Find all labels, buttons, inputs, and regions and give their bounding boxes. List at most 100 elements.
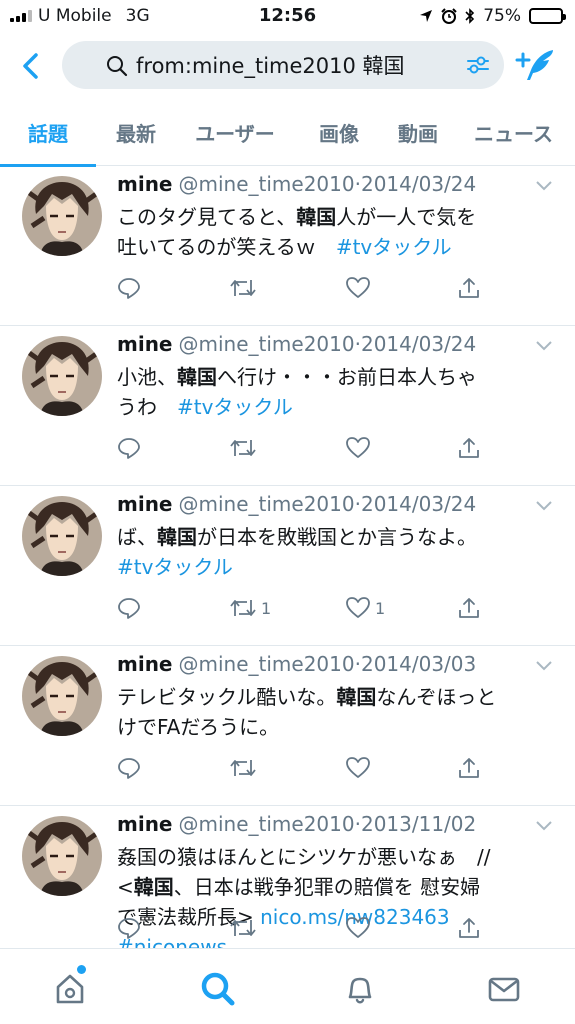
retweet-button[interactable] — [229, 436, 261, 460]
search-term-highlight: 韓国 — [296, 205, 337, 229]
avatar[interactable] — [22, 656, 102, 736]
tweet-actions — [117, 276, 497, 300]
retweet-icon — [230, 760, 256, 776]
like-button[interactable]: 1 — [345, 596, 385, 620]
back-arrow-icon[interactable] — [12, 46, 52, 86]
reply-button[interactable] — [117, 276, 141, 300]
share-button[interactable] — [457, 596, 481, 620]
text-segment: 小池、 — [117, 365, 177, 389]
tweet-header: mine @mine_time2010·2014/03/24 — [117, 172, 476, 196]
search-box[interactable] — [62, 41, 504, 89]
share-button[interactable] — [457, 916, 481, 940]
reply-button[interactable] — [117, 916, 141, 940]
tweet-actions — [117, 436, 497, 460]
home-new-indicator — [77, 965, 86, 974]
tweet-text-line: #tvタックル — [117, 552, 537, 582]
tweet-feed: mine @mine_time2010·2014/03/24 このタグ見てると、韓国… — [0, 166, 575, 948]
tweet-text-line: ば、韓国が日本を敗戦国とか言うなよ。 — [117, 522, 537, 552]
tab-people[interactable]: ユーザー — [176, 104, 294, 166]
share-icon — [459, 598, 479, 618]
like-button[interactable] — [345, 756, 375, 780]
text-segment: 姦国の猿はほんとにシツケが悪いなぁ // — [117, 845, 491, 869]
bottom-nav — [0, 948, 575, 1024]
retweet-button[interactable] — [229, 916, 261, 940]
tab-photos[interactable]: 画像 — [294, 104, 384, 166]
avatar[interactable] — [22, 496, 102, 576]
retweet-button[interactable] — [229, 756, 261, 780]
tweet-text-line: このタグ見てると、韓国人が一人で気を — [117, 202, 537, 232]
text-segment: 吐いてるのが笑えるｗ — [117, 235, 336, 259]
tweet[interactable]: mine @mine_time2010·2014/03/03 テレビタックル酷いな。… — [0, 646, 575, 806]
tweet-author-handle: @mine_time2010 — [178, 332, 355, 356]
nav-home[interactable] — [50, 965, 90, 1009]
text-segment: < — [117, 875, 134, 899]
tab-top[interactable]: 話題 — [0, 104, 96, 167]
tab-news[interactable]: ニュース — [452, 104, 575, 166]
text-segment: うわ — [117, 395, 177, 419]
tweet-date: 2014/03/24 — [360, 332, 477, 356]
tweet-author-handle: @mine_time2010 — [178, 172, 355, 196]
hashtag-link[interactable]: #tvタックル — [336, 235, 452, 259]
tweet-actions — [117, 756, 497, 780]
text-segment: 、日本は戦争犯罪の賠償を 慰安婦 — [173, 875, 481, 899]
home-icon — [56, 974, 84, 1004]
tweet-author-handle: @mine_time2010 — [178, 492, 355, 516]
reply-button[interactable] — [117, 436, 141, 460]
like-button[interactable] — [345, 276, 375, 300]
nav-search[interactable] — [198, 969, 238, 1009]
compose-tweet-icon[interactable] — [513, 46, 557, 86]
messages-icon — [488, 977, 520, 1002]
avatar[interactable] — [22, 176, 102, 256]
reply-button[interactable] — [117, 596, 141, 620]
tweet-date: 2013/11/02 — [360, 812, 477, 836]
tab-latest[interactable]: 最新 — [96, 104, 176, 166]
tab-videos[interactable]: 動画 — [384, 104, 452, 166]
hashtag-link[interactable]: #tvタックル — [177, 395, 293, 419]
like-button[interactable] — [345, 916, 375, 940]
tweet-date: 2014/03/03 — [360, 652, 477, 676]
like-button[interactable] — [345, 436, 375, 460]
avatar[interactable] — [22, 816, 102, 896]
share-icon — [459, 438, 479, 458]
tweet-author-name[interactable]: mine — [117, 172, 173, 196]
tweet[interactable]: mine @mine_time2010·2014/03/24 小池、韓国へ行け・・・… — [0, 326, 575, 486]
reply-icon — [118, 278, 140, 299]
hashtag-link[interactable]: #tvタックル — [117, 555, 233, 579]
share-button[interactable] — [457, 276, 481, 300]
search-filter-icon[interactable] — [466, 54, 490, 76]
search-input[interactable] — [136, 47, 456, 83]
tweet[interactable]: mine @mine_time2010·2014/03/24 ば、韓国が日本を敗戦国… — [0, 486, 575, 646]
nav-messages[interactable] — [484, 969, 524, 1009]
tweet-author-name[interactable]: mine — [117, 812, 173, 836]
tweet-text: テレビタックル酷いな。韓国なんぞほっと けでFAだろうに。 — [117, 682, 537, 742]
tweet-header: mine @mine_time2010·2014/03/24 — [117, 492, 476, 516]
search-term-highlight: 韓国 — [336, 685, 377, 709]
chevron-down-icon[interactable] — [535, 500, 553, 512]
share-icon — [459, 278, 479, 298]
text-segment: このタグ見てると、 — [117, 205, 297, 229]
retweet-button[interactable]: 1 — [229, 596, 271, 620]
share-icon — [459, 758, 479, 778]
heart-icon — [346, 277, 370, 298]
tweet[interactable]: mine @mine_time2010·2014/03/24 このタグ見てると、韓国… — [0, 166, 575, 326]
share-button[interactable] — [457, 436, 481, 460]
tweet-author-name[interactable]: mine — [117, 492, 173, 516]
tweet[interactable]: mine @mine_time2010·2013/11/02 姦国の猿はほんとにシツ… — [0, 806, 575, 948]
retweet-icon — [230, 440, 256, 456]
tweet-text: 小池、韓国へ行け・・・お前日本人ちゃ うわ #tvタックル — [117, 362, 537, 422]
chevron-down-icon[interactable] — [535, 660, 553, 672]
tweet-author-name[interactable]: mine — [117, 652, 173, 676]
share-button[interactable] — [457, 756, 481, 780]
tweet-author-name[interactable]: mine — [117, 332, 173, 356]
tweet-author-handle: @mine_time2010 — [178, 652, 355, 676]
reply-button[interactable] — [117, 756, 141, 780]
text-segment: なんぞほっと — [376, 685, 497, 709]
status-bar: U Mobile 3G 12:56 75% — [0, 0, 575, 34]
chevron-down-icon[interactable] — [535, 340, 553, 352]
chevron-down-icon[interactable] — [535, 180, 553, 192]
chevron-down-icon[interactable] — [535, 820, 553, 832]
retweet-button[interactable] — [229, 276, 261, 300]
search-term-highlight: 韓国 — [133, 875, 174, 899]
nav-notifications[interactable] — [340, 969, 380, 1009]
avatar[interactable] — [22, 336, 102, 416]
